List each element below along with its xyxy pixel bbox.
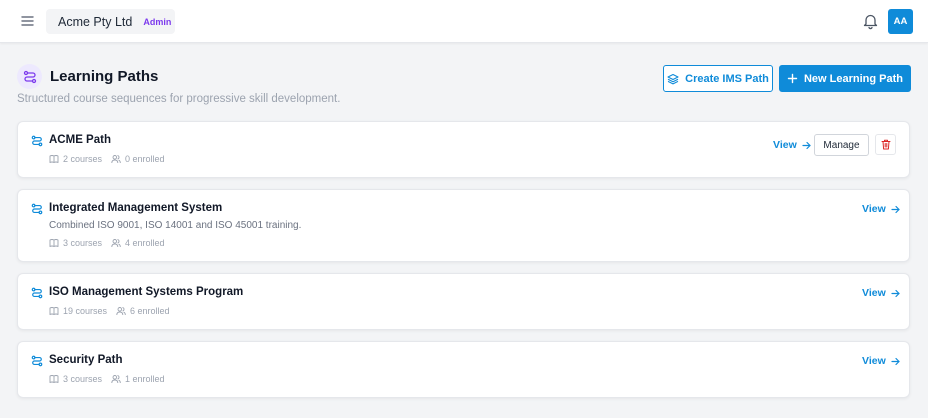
new-learning-path-label: New Learning Path (803, 72, 904, 85)
enrolled-count: 4 enrolled (125, 238, 165, 248)
users-icon (111, 239, 121, 248)
page-subtitle: Structured course sequences for progress… (17, 93, 341, 105)
bell-icon[interactable] (862, 12, 879, 30)
delete-button[interactable] (875, 134, 896, 155)
view-link[interactable]: View (862, 203, 900, 215)
users-icon (111, 375, 121, 384)
path-title: ACME Path (49, 134, 111, 146)
route-icon (31, 287, 43, 299)
book-icon (49, 239, 59, 247)
avatar[interactable]: AA (888, 9, 913, 34)
top-bar: Acme Pty Ltd Admin AA (0, 0, 928, 43)
view-label: View (862, 355, 886, 367)
organization-name: Acme Pty Ltd (58, 14, 133, 29)
path-title: ISO Management Systems Program (49, 286, 244, 298)
trash-icon (881, 139, 890, 150)
arrow-right-icon (891, 289, 900, 297)
path-meta: 19 courses 6 enrolled (49, 306, 179, 316)
book-icon (49, 155, 59, 163)
route-icon (31, 355, 43, 367)
view-label: View (862, 203, 886, 215)
learning-path-card[interactable]: Integrated Management System Combined IS… (17, 189, 910, 262)
view-link[interactable]: View (773, 139, 811, 151)
view-label: View (862, 287, 886, 299)
course-count: 2 courses (63, 154, 103, 164)
path-description: Combined ISO 9001, ISO 14001 and ISO 450… (49, 220, 302, 231)
users-icon (111, 155, 121, 164)
arrow-right-icon (891, 357, 900, 365)
learning-path-card[interactable]: ISO Management Systems Program 19 course… (17, 273, 910, 330)
path-meta: 3 courses 1 enrolled (49, 374, 174, 384)
course-count: 3 courses (63, 374, 103, 384)
plus-icon (787, 73, 798, 84)
create-ims-path-button[interactable]: Create IMS Path (663, 65, 773, 92)
course-count: 3 courses (63, 238, 103, 248)
route-icon (17, 64, 42, 89)
view-label: View (773, 139, 797, 151)
learning-path-card[interactable]: ACME Path 2 courses 0 enrolled View Mana… (17, 121, 910, 178)
path-meta: 3 courses 4 enrolled (49, 238, 174, 248)
arrow-right-icon (802, 141, 811, 149)
organization-switcher[interactable]: Acme Pty Ltd Admin (46, 9, 175, 34)
hamburger-icon[interactable] (19, 14, 37, 28)
layers-icon (667, 73, 679, 84)
enrolled-count: 1 enrolled (125, 374, 165, 384)
page-title: Learning Paths (50, 68, 159, 85)
route-icon (31, 135, 43, 147)
create-ims-path-label: Create IMS Path (685, 72, 769, 85)
view-link[interactable]: View (862, 355, 900, 367)
path-meta: 2 courses 0 enrolled (49, 154, 174, 164)
new-learning-path-button[interactable]: New Learning Path (779, 65, 911, 92)
course-count: 19 courses (63, 306, 108, 316)
role-badge: Admin (143, 16, 172, 27)
arrow-right-icon (891, 205, 900, 213)
book-icon (49, 375, 59, 383)
enrolled-count: 6 enrolled (130, 306, 170, 316)
path-title: Integrated Management System (49, 202, 223, 214)
route-icon (31, 203, 43, 215)
view-link[interactable]: View (862, 287, 900, 299)
path-title: Security Path (49, 354, 123, 366)
users-icon (116, 307, 126, 316)
learning-path-card[interactable]: Security Path 3 courses 1 enrolled View (17, 341, 910, 398)
manage-button[interactable]: Manage (814, 134, 869, 156)
book-icon (49, 307, 59, 315)
enrolled-count: 0 enrolled (125, 154, 165, 164)
